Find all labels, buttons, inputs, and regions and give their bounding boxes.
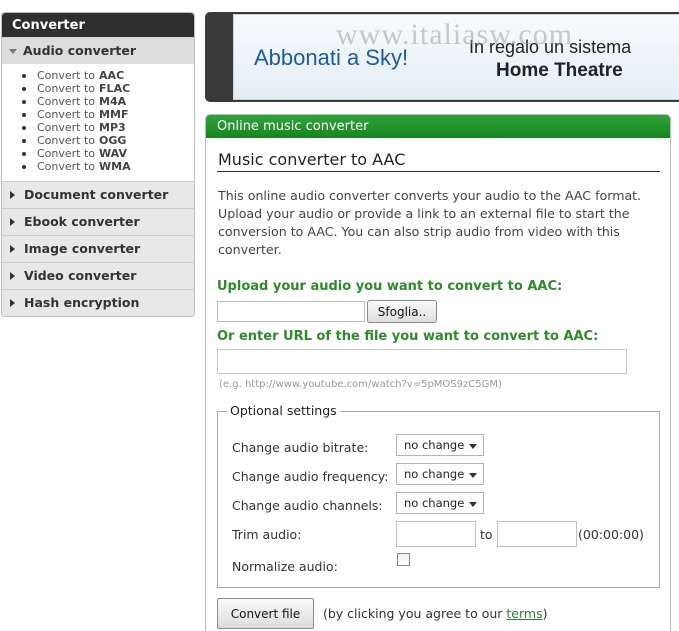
- frequency-value: no change: [404, 467, 465, 481]
- audio-converter-list: Convert to AAC Convert to FLAC Convert to M…: [2, 64, 194, 181]
- sidebar-item-ogg[interactable]: Convert to OGG: [22, 134, 194, 147]
- bullet-icon: [22, 112, 26, 117]
- item-format: AAC: [99, 69, 125, 82]
- watermark-text: www.italiasw.com: [336, 18, 574, 51]
- dropdown-arrow-icon: [469, 444, 477, 449]
- converter-sidebar: Converter Audio converter Convert to AAC …: [1, 12, 195, 317]
- chevron-right-icon: [10, 218, 15, 226]
- sidebar-section-document-converter[interactable]: Document converter: [2, 181, 194, 208]
- terms-link[interactable]: terms: [506, 606, 542, 621]
- item-prefix: Convert to: [37, 82, 96, 95]
- trim-label: Trim audio:: [232, 527, 302, 542]
- url-input[interactable]: [217, 349, 627, 374]
- channels-value: no change: [404, 496, 465, 510]
- panel-header: Online music converter: [206, 115, 670, 138]
- url-example: (e.g. http://www.youtube.com/watch?v=5pM…: [219, 379, 502, 390]
- bullet-icon: [22, 73, 26, 78]
- sidebar-section-label: Video converter: [24, 268, 137, 283]
- frequency-select[interactable]: no change: [396, 463, 484, 485]
- optional-settings: Optional settings Change audio bitrate: …: [217, 403, 660, 588]
- channels-select[interactable]: no change: [396, 492, 484, 514]
- trim-to-label: to: [480, 527, 493, 542]
- bitrate-label: Change audio bitrate:: [232, 440, 369, 455]
- sidebar-item-aac[interactable]: Convert to AAC: [22, 69, 194, 82]
- bullet-icon: [22, 99, 26, 104]
- item-prefix: Convert to: [37, 69, 96, 82]
- sidebar-section-image-converter[interactable]: Image converter: [2, 235, 194, 262]
- chevron-down-icon: [9, 48, 17, 54]
- trim-end-input[interactable]: [497, 521, 577, 547]
- dropdown-arrow-icon: [469, 473, 477, 478]
- sidebar-section-ebook-converter[interactable]: Ebook converter: [2, 208, 194, 235]
- terms-prefix: (by clicking you agree to our: [323, 606, 507, 621]
- item-format: OGG: [99, 134, 127, 147]
- normalize-label: Normalize audio:: [232, 559, 338, 574]
- bullet-icon: [22, 125, 26, 130]
- item-format: MP3: [99, 121, 126, 134]
- item-format: FLAC: [99, 82, 131, 95]
- item-prefix: Convert to: [37, 121, 96, 134]
- url-label: Or enter URL of the file you want to con…: [217, 329, 599, 344]
- sidebar-title: Converter: [2, 13, 194, 37]
- sidebar-section-label: Ebook converter: [24, 214, 140, 229]
- bullet-icon: [22, 138, 26, 143]
- item-format: MMF: [99, 108, 129, 121]
- bullet-icon: [22, 151, 26, 156]
- sidebar-item-wma[interactable]: Convert to WMA: [22, 160, 194, 173]
- channels-label: Change audio channels:: [232, 498, 383, 513]
- bullet-icon: [22, 164, 26, 169]
- item-prefix: Convert to: [37, 108, 96, 121]
- browse-button[interactable]: Sfoglia..: [367, 300, 437, 323]
- chevron-right-icon: [10, 191, 15, 199]
- sidebar-section-hash-encryption[interactable]: Hash encryption: [2, 289, 194, 316]
- sidebar-section-label: Hash encryption: [24, 295, 140, 310]
- sidebar-section-label: Document converter: [24, 187, 169, 202]
- normalize-checkbox[interactable]: [397, 553, 410, 566]
- sidebar-item-m4a[interactable]: Convert to M4A: [22, 95, 194, 108]
- terms-notice: (by clicking you agree to our terms): [323, 606, 547, 621]
- bullet-icon: [22, 86, 26, 91]
- bitrate-select[interactable]: no change: [396, 434, 484, 456]
- chevron-right-icon: [10, 245, 15, 253]
- terms-suffix: ): [542, 606, 548, 621]
- chevron-right-icon: [10, 272, 15, 280]
- trim-start-input[interactable]: [396, 521, 476, 547]
- item-format: M4A: [99, 95, 127, 108]
- item-format: WAV: [99, 147, 127, 160]
- page-title: Music converter to AAC: [218, 150, 406, 169]
- trim-format-hint: (00:00:00): [578, 527, 644, 542]
- sidebar-section-label: Audio converter: [23, 43, 137, 58]
- converter-panel: Online music converter Music converter t…: [205, 114, 671, 631]
- sidebar-section-audio-converter[interactable]: Audio converter: [2, 37, 194, 64]
- file-path-field[interactable]: [217, 301, 365, 322]
- item-prefix: Convert to: [37, 95, 96, 108]
- item-prefix: Convert to: [37, 147, 96, 160]
- item-prefix: Convert to: [37, 160, 96, 173]
- item-prefix: Convert to: [37, 134, 96, 147]
- sidebar-section-video-converter[interactable]: Video converter: [2, 262, 194, 289]
- item-format: WMA: [99, 160, 131, 173]
- frequency-label: Change audio frequency:: [232, 469, 389, 484]
- sidebar-item-wav[interactable]: Convert to WAV: [22, 147, 194, 160]
- title-divider: [217, 171, 660, 172]
- banner-right-line2: Home Theatre: [496, 60, 623, 81]
- upload-label: Upload your audio you want to convert to…: [217, 279, 563, 294]
- sidebar-item-flac[interactable]: Convert to FLAC: [22, 82, 194, 95]
- sidebar-item-mmf[interactable]: Convert to MMF: [22, 108, 194, 121]
- chevron-right-icon: [10, 299, 15, 307]
- optional-settings-legend: Optional settings: [227, 403, 340, 418]
- bitrate-value: no change: [404, 438, 465, 452]
- sidebar-section-label: Image converter: [24, 241, 141, 256]
- description-text: This online audio converter converts you…: [218, 188, 642, 257]
- dropdown-arrow-icon: [469, 502, 477, 507]
- sidebar-item-mp3[interactable]: Convert to MP3: [22, 121, 194, 134]
- convert-file-button[interactable]: Convert file: [217, 598, 314, 629]
